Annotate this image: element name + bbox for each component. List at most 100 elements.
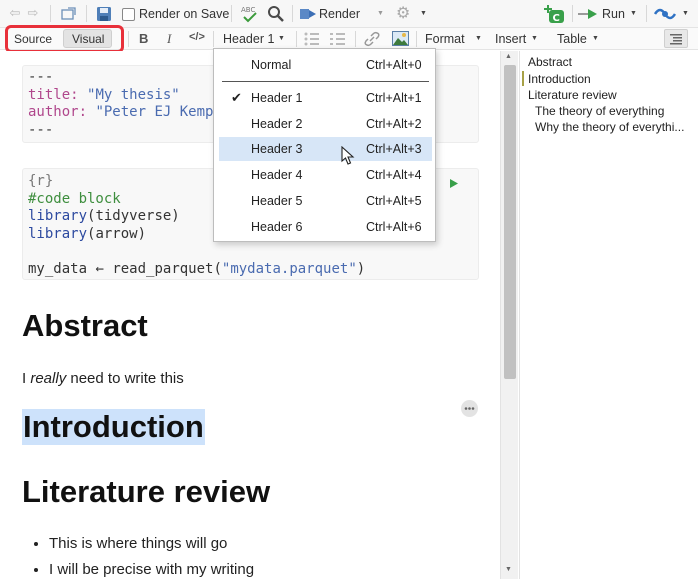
gear-icon[interactable]: ⚙ ▼	[396, 5, 427, 23]
chunk-library-fn: library	[28, 208, 88, 224]
render-on-save-label: Render on Save	[139, 7, 230, 21]
chunk-header: {r}	[28, 173, 54, 189]
menu-item-header-4[interactable]: Header 4 Ctrl+Alt+4	[219, 163, 432, 187]
save-icon[interactable]	[96, 6, 112, 22]
image-icon[interactable]	[392, 31, 409, 46]
back-arrow-icon[interactable]: ⇦	[8, 5, 22, 20]
spellcheck-icon[interactable]: ABC	[240, 4, 260, 24]
menu-item-header-6[interactable]: Header 6 Ctrl+Alt+6	[219, 215, 432, 239]
table-menu-label: Table	[557, 32, 587, 46]
outline-item-abstract[interactable]: Abstract	[528, 55, 572, 69]
show-in-window-icon[interactable]	[61, 7, 77, 21]
table-dropdown-caret-icon: ▼	[592, 35, 599, 42]
format-dropdown-caret-icon: ▼	[475, 35, 482, 42]
menu-item-header-3[interactable]: Header 3 Ctrl+Alt+3	[219, 137, 432, 161]
menu-item-header-2[interactable]: Header 2 Ctrl+Alt+2	[219, 112, 432, 136]
outline-active-marker	[522, 71, 524, 86]
yaml-end-dashes: ---	[28, 121, 54, 138]
scroll-up-arrow-icon[interactable]: ▲	[505, 53, 512, 60]
code-button[interactable]: </>	[189, 31, 205, 43]
bold-button[interactable]: B	[139, 31, 148, 46]
yaml-author-value: "Peter EJ Kemp	[95, 104, 214, 120]
scroll-down-arrow-icon[interactable]: ▼	[505, 566, 512, 573]
heading-introduction-text: Introduction	[23, 409, 204, 444]
check-icon: ✔	[231, 90, 242, 105]
menu-item-label: Header 5	[251, 194, 303, 208]
svg-text:ABC: ABC	[241, 6, 255, 14]
insert-menu-label: Insert	[495, 32, 527, 46]
menu-item-label: Header 1	[251, 91, 303, 105]
render-label: Render	[319, 7, 360, 21]
publish-icon[interactable]: ▼	[654, 5, 694, 23]
yaml-title-value: "My thesis"	[87, 86, 180, 103]
outline-item-why-theory[interactable]: Why the theory of everythi...	[535, 120, 684, 134]
chunk-assign-string: "mydata.parquet"	[221, 260, 357, 277]
numbered-list-icon[interactable]	[330, 32, 346, 46]
menu-item-header-1[interactable]: ✔ Header 1 Ctrl+Alt+1	[219, 86, 432, 110]
menu-item-normal[interactable]: Normal Ctrl+Alt+0	[219, 53, 432, 77]
chunk-assign-close: )	[356, 260, 366, 277]
outline-item-literature-review[interactable]: Literature review	[528, 88, 617, 102]
render-button[interactable]: Render ▼	[298, 5, 388, 23]
render-icon	[300, 9, 316, 19]
yaml-title-key: title:	[28, 86, 79, 103]
menu-item-label: Header 6	[251, 220, 303, 234]
insert-menu-button[interactable]: Insert ▼	[493, 30, 548, 48]
more-options-icon[interactable]	[461, 400, 478, 417]
chunk-library-arg: (arrow)	[87, 225, 147, 242]
forward-arrow-icon[interactable]: ⇨	[26, 5, 40, 20]
run-dropdown-caret-icon[interactable]: ▼	[630, 10, 637, 17]
menu-item-shortcut: Ctrl+Alt+6	[366, 220, 422, 234]
heading-select-value: Header 1	[223, 32, 275, 46]
menu-item-label: Header 2	[251, 117, 303, 131]
main-toolbar: ⇦ ⇨ Render on Save ABC Render ▼ ⚙ ▼ C Ru…	[0, 0, 698, 28]
format-toolbar: Source Visual B I </> Header 1 ▼ Format …	[0, 25, 698, 53]
link-icon[interactable]	[364, 31, 380, 47]
list-item[interactable]: This is where things will go	[49, 535, 254, 552]
bullet-list-icon[interactable]	[304, 32, 320, 46]
gear-dropdown-caret-icon[interactable]: ▼	[420, 10, 427, 17]
publish-dropdown-caret-icon[interactable]: ▼	[682, 10, 689, 17]
insert-chunk-icon[interactable]: C	[544, 4, 566, 24]
outline-toggle-icon[interactable]	[664, 29, 688, 48]
table-menu-button[interactable]: Table ▼	[555, 30, 605, 48]
menu-item-header-5[interactable]: Header 5 Ctrl+Alt+5	[219, 189, 432, 213]
paragraph-emphasis: really	[30, 370, 67, 387]
chunk-comment: #code block	[28, 190, 121, 207]
scrollbar-thumb[interactable]	[504, 65, 516, 379]
paragraph[interactable]: I really need to write this	[22, 370, 184, 387]
render-on-save-checkbox[interactable]	[122, 8, 135, 21]
heading-literature-review[interactable]: Literature review	[22, 474, 270, 510]
run-button[interactable]: Run ▼	[578, 5, 640, 23]
menu-item-shortcut: Ctrl+Alt+1	[366, 91, 422, 105]
yaml-dashes: ---	[28, 69, 54, 85]
outline-item-theory[interactable]: The theory of everything	[535, 104, 664, 118]
chunk-assign-op: ←	[87, 260, 113, 277]
menu-item-label: Header 4	[251, 168, 303, 182]
menu-item-label: Header 3	[251, 142, 303, 156]
svg-text:C: C	[553, 13, 560, 24]
mouse-cursor-icon	[341, 145, 355, 166]
search-icon[interactable]	[267, 5, 285, 23]
visual-mode-button[interactable]: Visual	[63, 29, 112, 48]
insert-dropdown-caret-icon: ▼	[531, 35, 538, 42]
list-item[interactable]: I will be precise with my writing	[49, 561, 254, 578]
outline-item-introduction[interactable]: Introduction	[528, 72, 591, 86]
heading-introduction[interactable]: Introduction	[22, 409, 205, 445]
source-mode-button[interactable]: Source	[14, 32, 52, 46]
menu-item-shortcut: Ctrl+Alt+2	[366, 117, 422, 131]
editor-scrollbar[interactable]: ▲ ▼	[500, 51, 518, 579]
document-outline: Abstract Introduction Literature review …	[519, 51, 698, 579]
heading-dropdown-menu: Normal Ctrl+Alt+0 ✔ Header 1 Ctrl+Alt+1 …	[213, 48, 436, 242]
format-menu-label: Format	[425, 32, 465, 46]
yaml-author-key: author:	[28, 104, 88, 120]
italic-button[interactable]: I	[167, 31, 171, 47]
bullet-list: This is where things will go I will be p…	[49, 535, 254, 578]
render-dropdown-caret-icon[interactable]: ▼	[377, 10, 384, 17]
heading-select[interactable]: Header 1 ▼	[220, 30, 290, 48]
menu-item-shortcut: Ctrl+Alt+0	[366, 58, 422, 72]
format-menu-button[interactable]: Format ▼	[423, 30, 483, 48]
heading-abstract[interactable]: Abstract	[22, 308, 148, 344]
run-label: Run	[602, 7, 625, 21]
run-chunk-icon[interactable]	[449, 177, 459, 188]
